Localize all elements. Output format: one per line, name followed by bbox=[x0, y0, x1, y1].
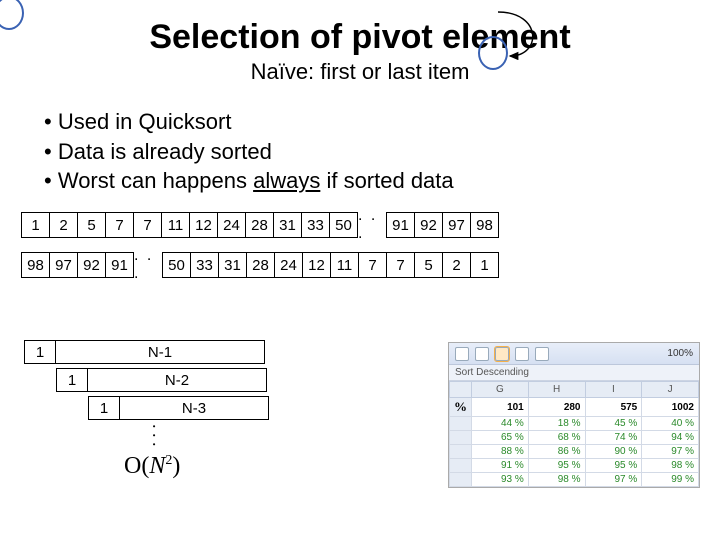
array-cell: 12 bbox=[302, 252, 331, 278]
array-cell: 98 bbox=[21, 252, 50, 278]
array-cell: 7 bbox=[133, 212, 162, 238]
array-cell: 2 bbox=[442, 252, 471, 278]
col-header: J bbox=[642, 382, 699, 398]
array-cell: 24 bbox=[274, 252, 303, 278]
array-cell: 31 bbox=[218, 252, 247, 278]
col-header: I bbox=[585, 382, 642, 398]
ellipsis: . . . bbox=[134, 252, 163, 278]
ellipsis: . . . bbox=[358, 212, 387, 238]
partition-rest: N-2 bbox=[87, 368, 267, 392]
partition-rest: N-3 bbox=[119, 396, 269, 420]
array-cell: 28 bbox=[246, 252, 275, 278]
array-cell: 92 bbox=[77, 252, 106, 278]
array-cell: 24 bbox=[217, 212, 246, 238]
bullet-item: Data is already sorted bbox=[44, 137, 720, 167]
array-cell: 1 bbox=[470, 252, 499, 278]
array-row-descending: 98979291. . .5033312824121177521 bbox=[22, 252, 720, 278]
cell: 1002 bbox=[642, 398, 699, 417]
slide-title: Selection of pivot element bbox=[0, 0, 720, 57]
sort-tooltip: Sort Descending bbox=[449, 365, 699, 381]
array-cell: 5 bbox=[414, 252, 443, 278]
bullet-item: Worst can happens always if sorted data bbox=[44, 166, 720, 196]
array-cell: 50 bbox=[329, 212, 358, 238]
complexity-label: O(N2) bbox=[24, 453, 269, 480]
bullet-list: Used in Quicksort Data is already sorted… bbox=[44, 107, 720, 196]
array-cell: 11 bbox=[161, 212, 190, 238]
array-cell: 33 bbox=[301, 212, 330, 238]
toolbar-icon bbox=[515, 347, 529, 361]
array-cell: 91 bbox=[105, 252, 134, 278]
excel-screenshot: 100% Sort Descending G H I J % 101 280 5… bbox=[448, 342, 700, 488]
array-cell: 98 bbox=[470, 212, 499, 238]
array-row-ascending: 1257711122428313350. . .91929798 bbox=[22, 212, 720, 238]
slide-subtitle: Naïve: first or last item bbox=[0, 59, 720, 85]
zoom-label: 100% bbox=[667, 348, 693, 359]
partition-rest: N-1 bbox=[55, 340, 265, 364]
array-cell: 1 bbox=[21, 212, 50, 238]
array-cell: 50 bbox=[162, 252, 191, 278]
excel-toolbar: 100% bbox=[449, 343, 699, 365]
array-cell: 7 bbox=[358, 252, 387, 278]
array-cell: 11 bbox=[330, 252, 359, 278]
vertical-ellipsis: . . . bbox=[154, 424, 163, 447]
col-header: H bbox=[528, 382, 585, 398]
array-cell: 2 bbox=[49, 212, 78, 238]
partition-one: 1 bbox=[88, 396, 120, 420]
bullet-item: Used in Quicksort bbox=[44, 107, 720, 137]
array-diagram: 1257711122428313350. . .91929798 9897929… bbox=[22, 212, 720, 278]
sort-desc-icon bbox=[495, 347, 509, 361]
array-cell: 7 bbox=[386, 252, 415, 278]
array-cell: 31 bbox=[273, 212, 302, 238]
excel-grid: G H I J % 101 280 575 1002 44 %18 %45 %4… bbox=[449, 381, 699, 487]
toolbar-icon bbox=[535, 347, 549, 361]
array-cell: 5 bbox=[77, 212, 106, 238]
col-header: G bbox=[472, 382, 529, 398]
array-cell: 97 bbox=[49, 252, 78, 278]
partition-steps: 1 N-1 1 N-2 1 N-3 . . . O(N2) bbox=[24, 340, 269, 480]
partition-one: 1 bbox=[56, 368, 88, 392]
array-cell: 92 bbox=[414, 212, 443, 238]
cell: 575 bbox=[585, 398, 642, 417]
array-cell: 97 bbox=[442, 212, 471, 238]
array-cell: 91 bbox=[386, 212, 415, 238]
array-cell: 28 bbox=[245, 212, 274, 238]
cell: 280 bbox=[528, 398, 585, 417]
array-cell: 7 bbox=[105, 212, 134, 238]
pct-header: % bbox=[450, 398, 472, 417]
sort-asc-icon bbox=[475, 347, 489, 361]
array-cell: 12 bbox=[189, 212, 218, 238]
partition-one: 1 bbox=[24, 340, 56, 364]
toolbar-icon bbox=[455, 347, 469, 361]
cell: 101 bbox=[472, 398, 529, 417]
array-cell: 33 bbox=[190, 252, 219, 278]
